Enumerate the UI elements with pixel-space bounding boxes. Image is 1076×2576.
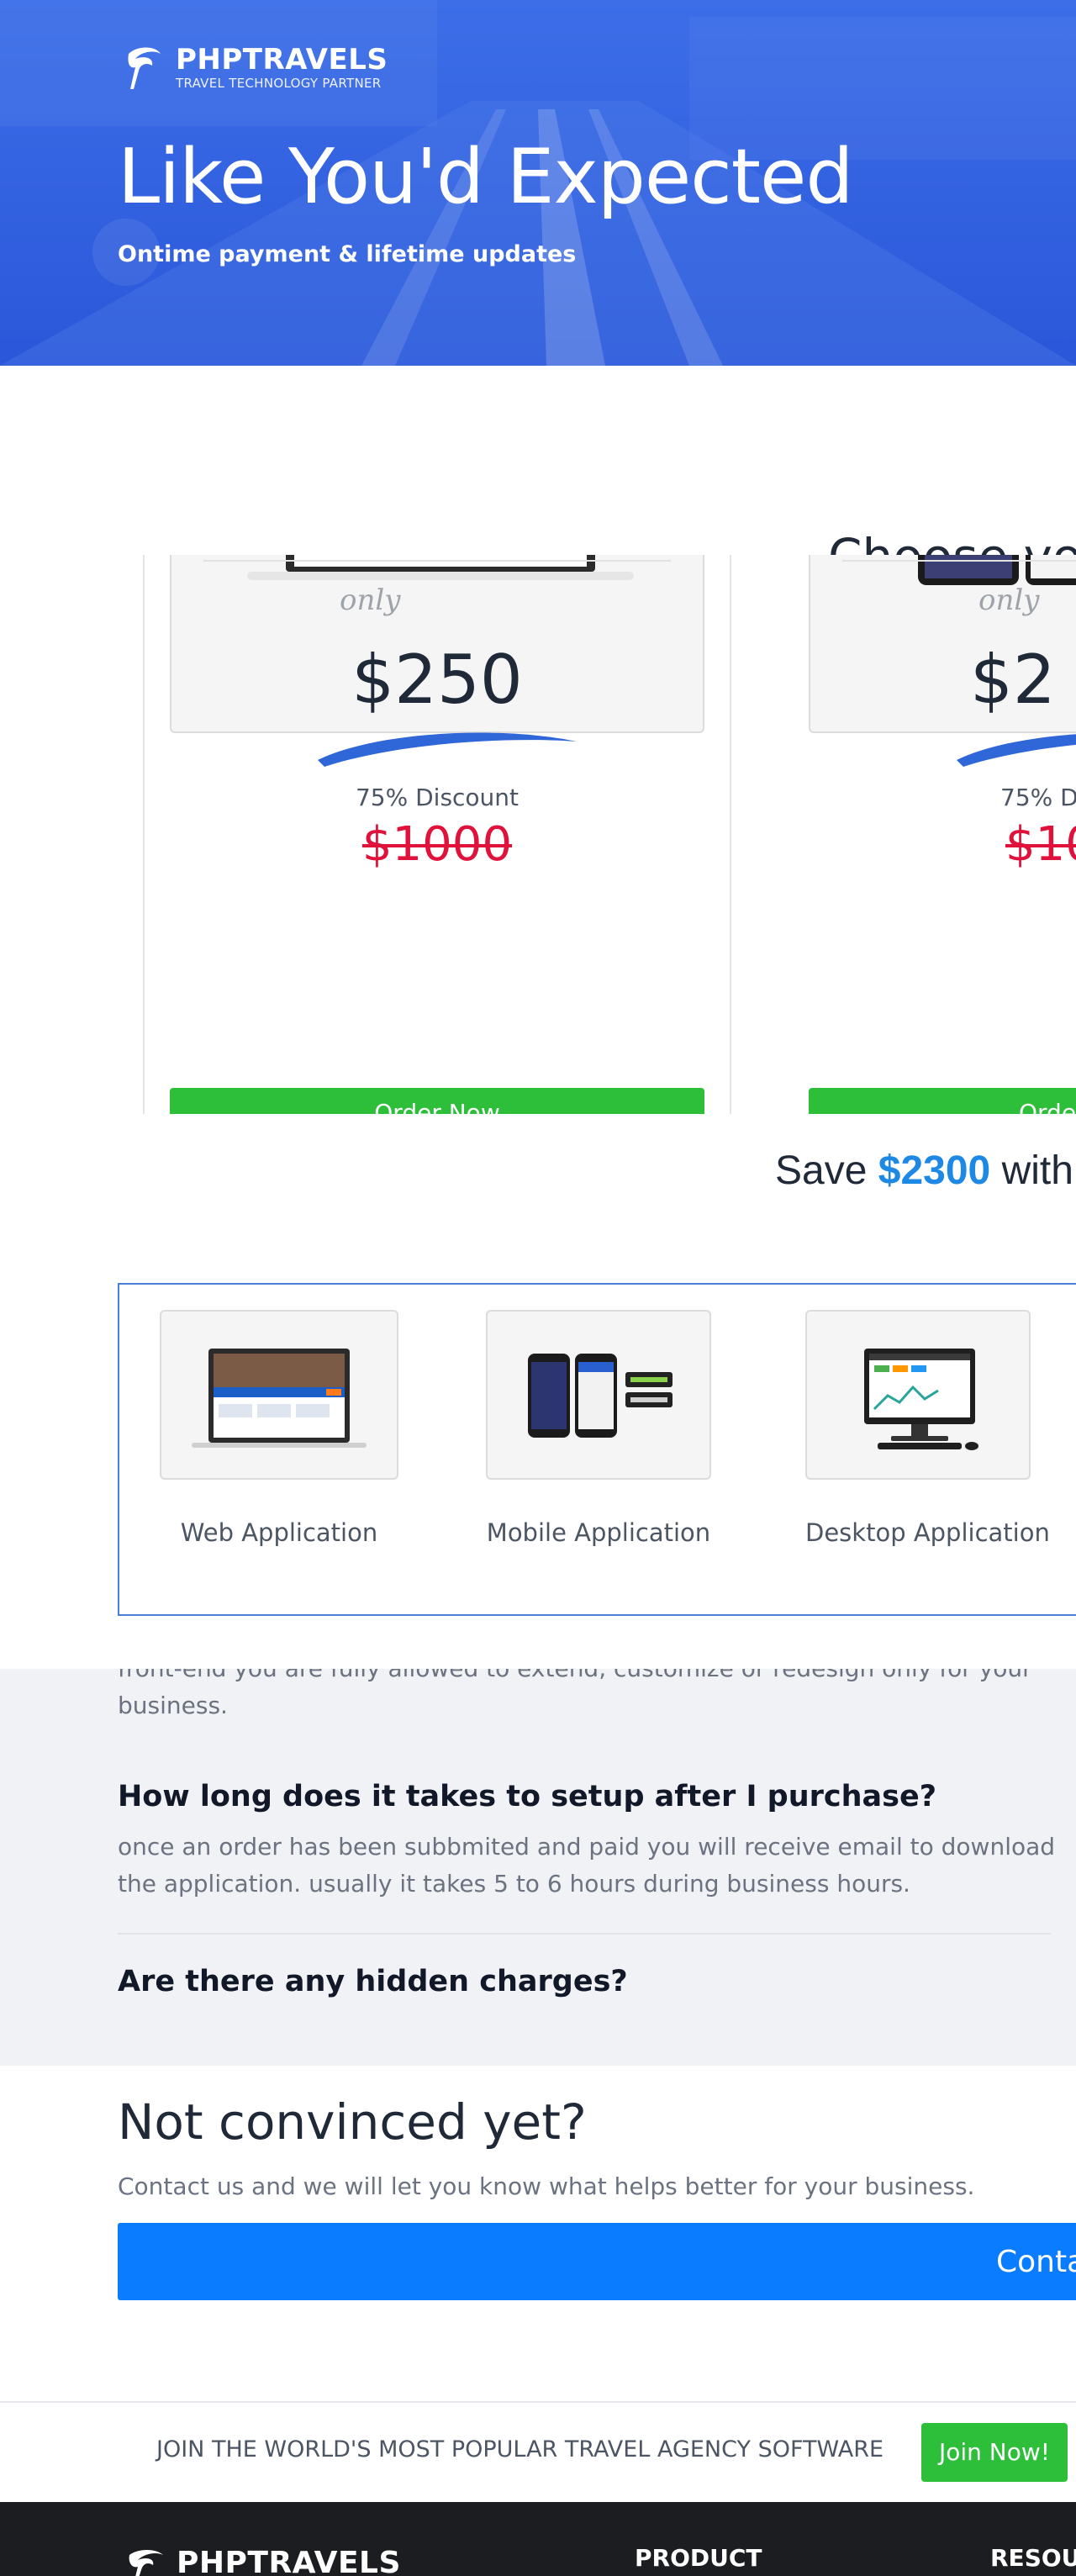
not-convinced-subtitle: Contact us and we will let you know what… <box>118 2172 975 2200</box>
plan-card-mobile: only $2 75% Di $10 <box>809 555 1076 872</box>
laptop-icon <box>192 1349 367 1448</box>
savings-headline: Save $2300 with <box>775 1148 1073 1194</box>
order-button-label: Order <box>1019 1099 1076 1114</box>
hero-banner: PHPTRAVELS TRAVEL TECHNOLOGY PARTNER Lik… <box>0 0 1076 366</box>
discount-label: 75% Discount <box>355 784 520 811</box>
join-bar: JOIN THE WORLD'S MOST POPULAR TRAVEL AGE… <box>0 2401 1076 2502</box>
footer: PHPTRAVELS PRODUCT RESOUR <box>0 2502 1076 2576</box>
brand-tagline: TRAVEL TECHNOLOGY PARTNER <box>176 75 382 91</box>
web-application-label: Web Application <box>180 1518 378 1547</box>
web-application-tile[interactable] <box>160 1310 398 1480</box>
plan-price: $2 <box>970 641 1056 719</box>
card-divider <box>842 560 1076 562</box>
footer-brand-logo[interactable]: PHPTRAVELS <box>126 2546 401 2576</box>
desktop-icon <box>864 1349 978 1450</box>
only-label: only <box>978 583 1040 617</box>
faq-answer-line: front-end you are fully allowed to exten… <box>118 1669 1051 1687</box>
join-now-button[interactable]: Join Now! <box>921 2423 1068 2482</box>
mobile-application-tile[interactable] <box>486 1310 711 1480</box>
brush-underline-icon <box>957 734 1076 767</box>
brand-logo[interactable]: PHPTRAVELS TRAVEL TECHNOLOGY PARTNER <box>122 42 388 92</box>
savings-suffix: with <box>990 1148 1073 1193</box>
original-price: $10 <box>1005 817 1076 872</box>
faq-answer-line: business. <box>118 1692 228 1719</box>
card-divider <box>203 560 671 562</box>
footer-resources-heading: RESOUR <box>990 2544 1076 2572</box>
brand-name: PHPTRAVELS <box>176 42 388 77</box>
join-text: JOIN THE WORLD'S MOST POPULAR TRAVEL AGE… <box>156 2436 884 2463</box>
hero-title: Like You'd Expected <box>118 133 854 221</box>
order-now-button[interactable]: Order Now <box>170 1088 704 1114</box>
brush-underline-icon <box>318 732 577 767</box>
plan-card-web: only $250 75% Discount $1000 <box>170 555 704 872</box>
application-types-box: Web Application Mobile Application Deskt… <box>118 1283 1076 1616</box>
contact-us-button[interactable]: Conta <box>118 2223 1076 2300</box>
faq-divider <box>118 1933 1051 1935</box>
only-label: only <box>340 583 401 617</box>
not-convinced-title: Not convinced yet? <box>118 2093 587 2151</box>
footer-brand-name: PHPTRAVELS <box>177 2546 401 2576</box>
contact-button-label: Conta <box>996 2245 1076 2279</box>
faq-question[interactable]: How long does it takes to setup after I … <box>118 1780 936 1813</box>
faq-question[interactable]: Are there any hidden charges? <box>118 1965 628 1998</box>
desktop-application-label: Desktop Application <box>805 1518 1050 1547</box>
column-divider <box>143 555 145 1114</box>
footer-product-heading: PRODUCT <box>635 2544 762 2572</box>
logo-mark-icon <box>128 47 161 89</box>
faq-answer-partial: front-end you are fully allowed to exten… <box>118 1669 1051 1724</box>
logo-mark-icon <box>129 2549 163 2576</box>
phones-icon <box>528 1354 672 1438</box>
original-price: $1000 <box>361 817 513 872</box>
faq-answer: once an order has been subbmited and pai… <box>118 1833 1056 1898</box>
discount-label: 75% Di <box>1000 784 1076 811</box>
plan-price: $250 <box>351 641 523 719</box>
savings-amount: $2300 <box>878 1148 991 1193</box>
savings-prefix: Save <box>775 1148 878 1193</box>
faq-section: front-end you are fully allowed to exten… <box>0 1669 1076 2066</box>
hero-subtitle: Ontime payment & lifetime updates <box>118 241 577 267</box>
desktop-application-tile[interactable] <box>805 1310 1031 1480</box>
column-divider <box>730 555 731 1114</box>
mobile-application-label: Mobile Application <box>486 1518 711 1547</box>
order-button[interactable]: Order <box>809 1088 1076 1114</box>
pricing-cards: only $250 75% Discount $1000 Order Now o… <box>0 555 1076 1114</box>
